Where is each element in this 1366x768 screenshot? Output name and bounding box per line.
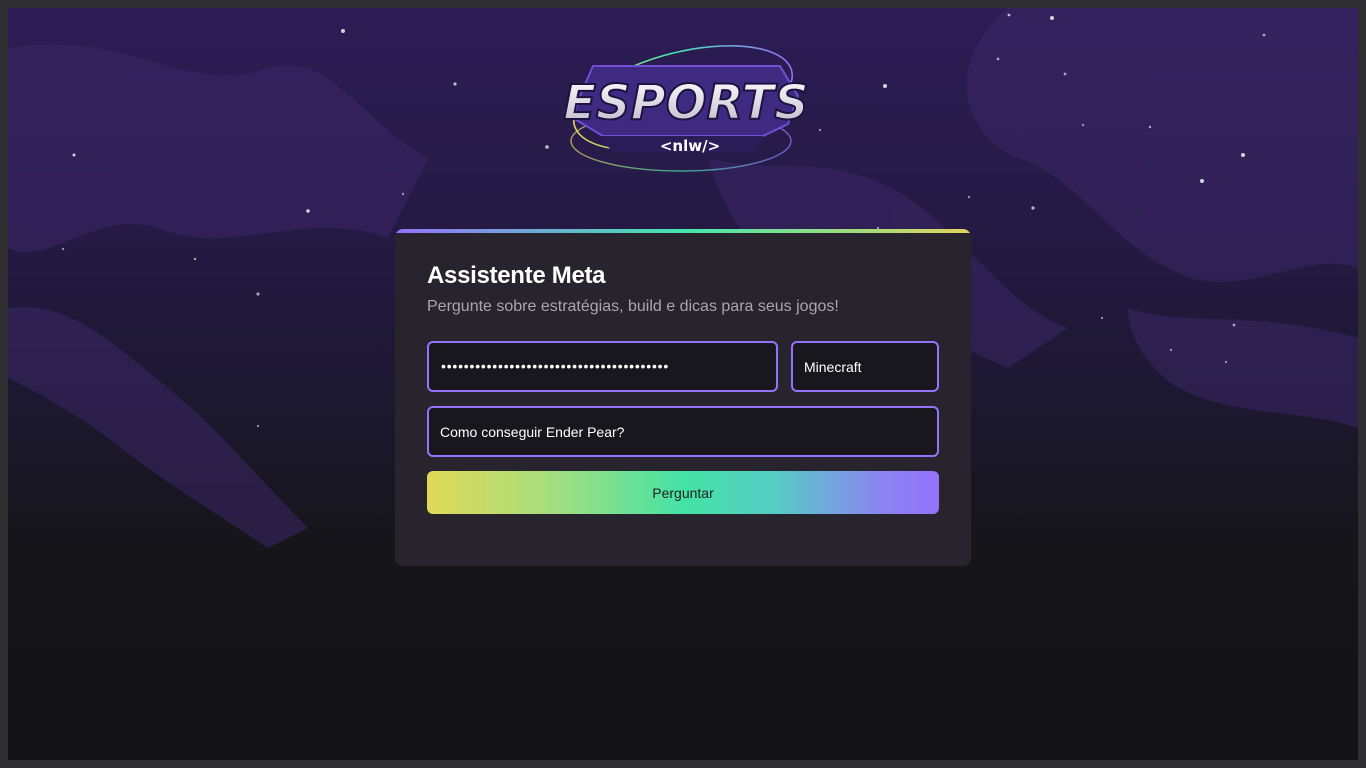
card-subtitle: Pergunte sobre estratégias, build e dica… bbox=[427, 298, 839, 315]
assistant-card: Assistente Meta Pergunte sobre estratégi… bbox=[395, 229, 971, 566]
logo-title: ESPORTS bbox=[563, 75, 808, 131]
card-title: Assistente Meta bbox=[427, 262, 606, 289]
game-select[interactable]: Minecraft bbox=[791, 341, 939, 392]
card-gradient-bar bbox=[395, 229, 971, 233]
logo-subtitle: <nlw/> bbox=[660, 137, 720, 155]
api-key-masked-value: •••••••••••••••••••••••••••••••••••••••• bbox=[441, 358, 670, 374]
app-window: ESPORTS <nlw/> Assistente Meta Pergunte … bbox=[8, 8, 1358, 760]
ask-button[interactable]: Perguntar bbox=[427, 471, 939, 514]
question-input-value: Como conseguir Ender Pear? bbox=[440, 424, 625, 440]
api-key-input[interactable]: •••••••••••••••••••••••••••••••••••••••• bbox=[427, 341, 778, 392]
game-select-value: Minecraft bbox=[804, 359, 862, 375]
question-input[interactable]: Como conseguir Ender Pear? bbox=[427, 406, 939, 457]
esports-nlw-logo: ESPORTS <nlw/> bbox=[558, 36, 810, 186]
